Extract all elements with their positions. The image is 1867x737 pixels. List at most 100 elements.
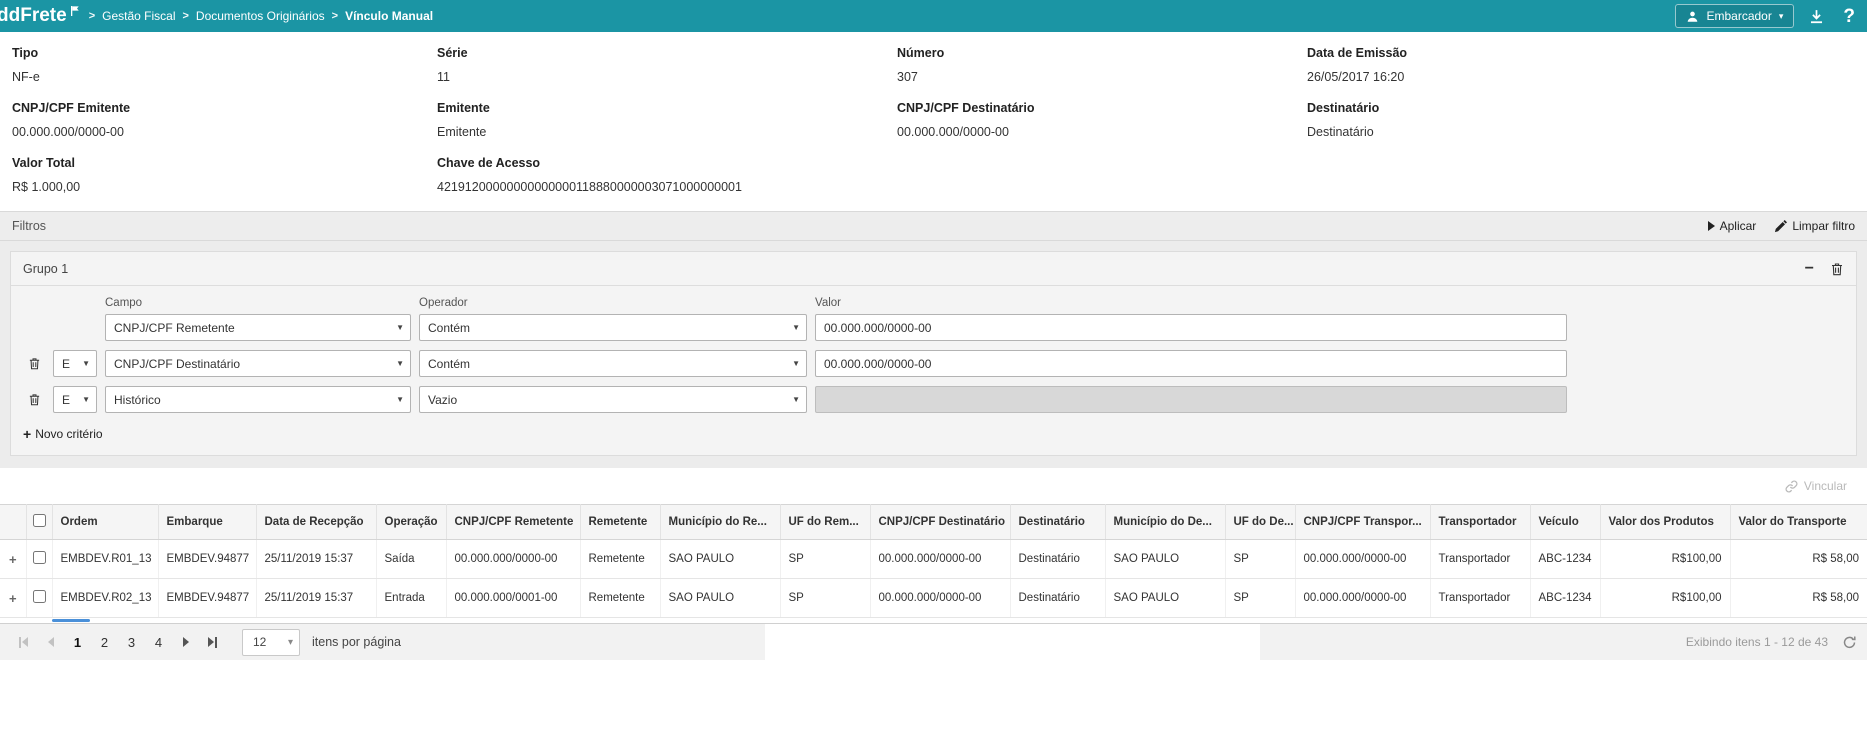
breadcrumb-item-vinculo-manual: Vínculo Manual: [345, 9, 433, 23]
operador-select-value: Contém: [428, 321, 470, 335]
delete-criterion-button[interactable]: [23, 393, 45, 406]
doc-field-numero: Número 307: [897, 46, 1307, 84]
column-header-valor-transporte[interactable]: Valor do Transporte: [1730, 505, 1867, 540]
campo-select[interactable]: Histórico ▼: [105, 386, 411, 413]
items-per-page-label: itens por página: [312, 635, 401, 649]
delete-group-button[interactable]: [1830, 262, 1844, 276]
operador-select[interactable]: Contém ▼: [419, 314, 807, 341]
person-icon: [1686, 10, 1699, 23]
refresh-button[interactable]: [1842, 635, 1857, 650]
campo-select[interactable]: CNPJ/CPF Destinatário ▼: [105, 350, 411, 377]
select-arrow-icon: ▼: [396, 323, 404, 332]
cell-cnpj-transportador: 00.000.000/0000-00: [1295, 540, 1430, 579]
help-button[interactable]: ?: [1839, 7, 1859, 26]
campo-select[interactable]: CNPJ/CPF Remetente ▼: [105, 314, 411, 341]
previous-page-button[interactable]: [37, 629, 64, 656]
column-header-uf-dest[interactable]: UF do De...: [1225, 505, 1295, 540]
row-checkbox[interactable]: [33, 551, 46, 564]
valor-input[interactable]: [815, 350, 1567, 377]
column-header-veiculo[interactable]: Veículo: [1530, 505, 1600, 540]
column-header-valor-produtos[interactable]: Valor dos Produtos: [1600, 505, 1730, 540]
delete-criterion-button[interactable]: [23, 357, 45, 370]
campo-column-label: Campo: [105, 297, 411, 309]
valor-input[interactable]: [815, 314, 1567, 341]
vincular-button[interactable]: Vincular: [1779, 478, 1853, 494]
clear-filter-button[interactable]: Limpar filtro: [1774, 219, 1855, 233]
column-header-cnpj-transportador[interactable]: CNPJ/CPF Transpor...: [1295, 505, 1430, 540]
user-role-label: Embarcador: [1706, 9, 1771, 23]
chevron-down-icon: ▾: [288, 637, 293, 648]
column-header-embarque[interactable]: Embarque: [158, 505, 256, 540]
column-header-destinatario[interactable]: Destinatário: [1010, 505, 1105, 540]
cell-ordem: EMBDEV.R01_13: [52, 540, 158, 579]
filter-group-tools: −: [1805, 261, 1844, 277]
doc-field-serie: Série 11: [437, 46, 897, 84]
field-label: Série: [437, 46, 897, 60]
last-page-icon: [215, 637, 217, 648]
operador-select[interactable]: Contém ▼: [419, 350, 807, 377]
scrollbar-thumb[interactable]: [52, 619, 90, 622]
column-header-remetente[interactable]: Remetente: [580, 505, 660, 540]
conjunction-select[interactable]: E ▼: [53, 350, 97, 377]
field-value: Emitente: [437, 125, 897, 139]
vincular-label: Vincular: [1804, 479, 1847, 493]
cell-embarque: EMBDEV.94877: [158, 540, 256, 579]
trash-icon: [28, 357, 41, 370]
first-page-button[interactable]: [10, 629, 37, 656]
cell-veiculo: ABC-1234: [1530, 540, 1600, 579]
cell-cnpj-destinatario: 00.000.000/0000-00: [870, 579, 1010, 618]
select-all-checkbox[interactable]: [33, 514, 46, 527]
column-header-operacao[interactable]: Operação: [376, 505, 446, 540]
user-role-button[interactable]: Embarcador ▾: [1675, 4, 1794, 28]
column-header-municipio-dest[interactable]: Município do De...: [1105, 505, 1225, 540]
conjunction-select[interactable]: E ▼: [53, 386, 97, 413]
conjunction-select-value: E: [62, 357, 70, 371]
expand-row-icon[interactable]: +: [9, 552, 17, 567]
next-page-button[interactable]: [172, 629, 199, 656]
column-header-uf-rem[interactable]: UF do Rem...: [780, 505, 870, 540]
column-header-transportador[interactable]: Transportador: [1430, 505, 1530, 540]
download-button[interactable]: [1806, 6, 1827, 27]
campo-select-value: Histórico: [114, 393, 161, 407]
column-header-cnpj-destinatario[interactable]: CNPJ/CPF Destinatário: [870, 505, 1010, 540]
expander-column-header: [0, 505, 26, 540]
table-row: + EMBDEV.R01_13 EMBDEV.94877 25/11/2019 …: [0, 540, 1867, 579]
field-label: Chave de Acesso: [437, 156, 897, 170]
campo-select-value: CNPJ/CPF Remetente: [114, 321, 235, 335]
add-criterion-button[interactable]: + Novo critério: [23, 427, 103, 441]
filters-header: Filtros Aplicar Limpar filtro: [0, 211, 1867, 241]
field-label: Data de Emissão: [1307, 46, 1855, 60]
cell-cnpj-remetente: 00.000.000/0001-00: [446, 579, 580, 618]
page-size-select[interactable]: 12 ▾: [242, 629, 300, 656]
pencil-icon: [1774, 220, 1787, 233]
cell-operacao: Saída: [376, 540, 446, 579]
breadcrumb-item-documentos-originarios[interactable]: Documentos Originários: [196, 9, 325, 23]
cell-valor-transporte: R$ 58,00: [1730, 579, 1867, 618]
previous-page-icon: [48, 637, 54, 647]
column-header-municipio-rem[interactable]: Município do Re...: [660, 505, 780, 540]
cell-valor-transporte: R$ 58,00: [1730, 540, 1867, 579]
page-number-1[interactable]: 1: [64, 629, 91, 656]
page-number-2[interactable]: 2: [91, 629, 118, 656]
select-arrow-icon: ▼: [396, 359, 404, 368]
last-page-button[interactable]: [199, 629, 226, 656]
operador-select[interactable]: Vazio ▼: [419, 386, 807, 413]
breadcrumb-item-gestao-fiscal[interactable]: Gestão Fiscal: [102, 9, 175, 23]
column-header-ordem[interactable]: Ordem: [52, 505, 158, 540]
pager-status-area: Exibindo itens 1 - 12 de 43: [1686, 635, 1857, 650]
next-page-icon: [183, 637, 189, 647]
page-number-3[interactable]: 3: [118, 629, 145, 656]
collapse-group-button[interactable]: −: [1805, 261, 1814, 277]
app-logo: ddFrete: [0, 1, 81, 31]
expand-row-icon[interactable]: +: [9, 591, 17, 606]
select-arrow-icon: ▼: [82, 359, 90, 368]
filter-columns-header: Campo Operador Valor: [11, 297, 1856, 309]
column-header-data-recepcao[interactable]: Data de Recepção: [256, 505, 376, 540]
field-value: 26/05/2017 16:20: [1307, 70, 1855, 84]
cell-uf-rem: SP: [780, 540, 870, 579]
page-number-4[interactable]: 4: [145, 629, 172, 656]
apply-filter-button[interactable]: Aplicar: [1708, 219, 1757, 233]
breadcrumb: > Gestão Fiscal > Documentos Originários…: [89, 9, 433, 23]
row-checkbox[interactable]: [33, 590, 46, 603]
column-header-cnpj-remetente[interactable]: CNPJ/CPF Remetente: [446, 505, 580, 540]
